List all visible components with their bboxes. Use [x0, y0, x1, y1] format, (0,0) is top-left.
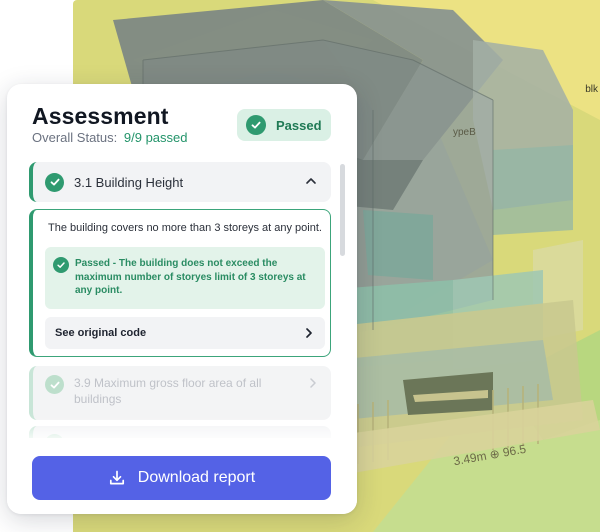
assessment-item-building-height[interactable]: 3.1 Building Height	[29, 162, 331, 202]
assessment-list[interactable]: 3.1 Building Height The building covers …	[29, 162, 333, 442]
download-report-button[interactable]: Download report	[32, 456, 331, 500]
download-icon	[109, 470, 124, 485]
check-circle-icon	[45, 172, 64, 192]
panel-title: Assessment	[32, 103, 169, 129]
panel-header: Assessment Overall Status: 9/9 passed Pa…	[7, 84, 357, 158]
status-badge: Passed	[237, 109, 331, 141]
overall-status-label: Overall Status:	[32, 130, 118, 145]
model-type-label: ypeB	[453, 127, 476, 138]
assessment-result: Passed - The building does not exceed th…	[45, 247, 325, 309]
list-scrollbar[interactable]	[340, 164, 345, 256]
check-circle-icon	[45, 375, 64, 394]
chevron-up-icon[interactable]	[305, 175, 317, 187]
assessment-panel: Assessment Overall Status: 9/9 passed Pa…	[7, 84, 357, 514]
download-report-label: Download report	[137, 469, 256, 486]
model-block-label: blk	[585, 84, 598, 95]
overall-status: Overall Status: 9/9 passed	[32, 130, 188, 145]
assessment-result-text: Passed - The building does not exceed th…	[75, 258, 306, 296]
check-circle-icon	[53, 257, 69, 273]
panel-footer: Download report	[7, 438, 357, 514]
see-original-code-link[interactable]: See original code	[45, 317, 325, 349]
check-circle-icon	[246, 115, 266, 135]
assessment-item-gross-floor-area[interactable]: 3.9 Maximum gross floor area of all buil…	[29, 366, 331, 420]
assessment-item-label: 3.9 Maximum gross floor area of all buil…	[74, 376, 262, 406]
see-original-code-label: See original code	[55, 327, 147, 339]
status-badge-label: Passed	[276, 117, 322, 133]
overall-status-value: 9/9 passed	[123, 130, 188, 145]
chevron-right-icon	[306, 328, 312, 338]
chevron-right-icon	[310, 378, 316, 388]
assessment-item-label: 3.1 Building Height	[74, 174, 184, 190]
assessment-item-detail: The building covers no more than 3 store…	[29, 209, 331, 357]
requirement-description: The building covers no more than 3 store…	[48, 222, 322, 234]
